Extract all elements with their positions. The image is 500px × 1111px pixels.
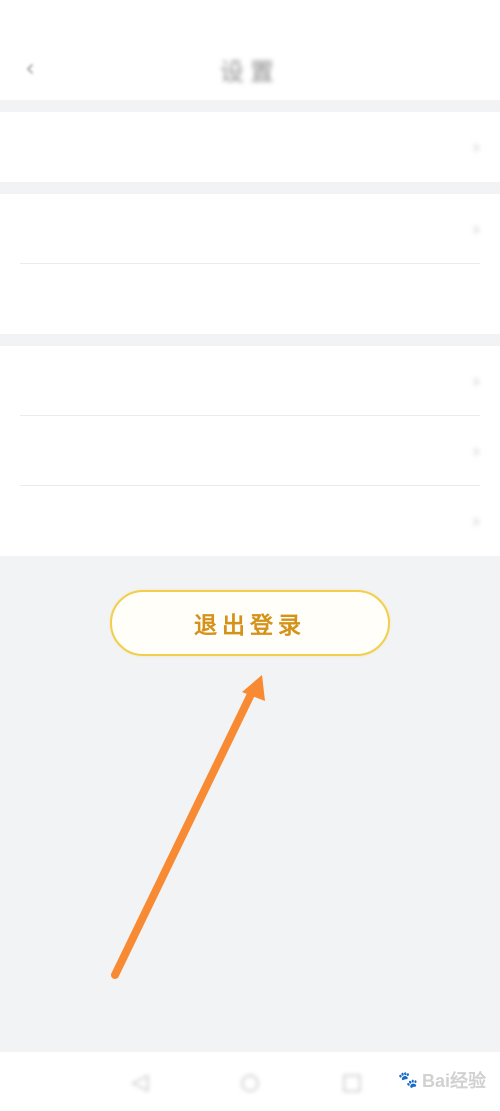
settings-row[interactable]: › [0,194,500,264]
square-recent-icon[interactable]: □ [340,1070,364,1095]
screen: ‹ 设置 › › › › › 退出登录 ◁ ○ □ 🐾 Bai经验 [0,0,500,1111]
settings-row-right: › [465,511,480,532]
status-bar [0,0,500,38]
watermark: 🐾 Bai经验 [398,1067,486,1093]
settings-section-2: › › › [0,346,500,556]
page-title: 设置 [220,58,280,86]
logout-button[interactable]: 退出登录 [110,590,390,656]
highlight-row[interactable]: › [0,112,500,182]
chevron-right-icon: › [472,370,480,392]
settings-row[interactable] [0,264,500,334]
highlight-section: › [0,112,500,182]
highlight-row-right: › [465,137,480,158]
chevron-right-icon: › [472,218,480,240]
settings-row[interactable]: › [0,486,500,556]
chevron-right-icon: › [472,440,480,462]
logout-button-label: 退出登录 [194,612,306,639]
settings-section-1: › [0,194,500,334]
chevron-right-icon: › [472,136,480,158]
chevron-right-icon: › [472,510,480,532]
watermark-text: Bai经验 [421,1071,486,1091]
settings-row[interactable]: › [0,346,500,416]
settings-row[interactable]: › [0,416,500,486]
circle-home-icon[interactable]: ○ [238,1070,262,1095]
triangle-back-icon[interactable]: ◁ [128,1070,152,1095]
bottom-navigation-bar: ◁ ○ □ 🐾 Bai经验 [0,1052,500,1111]
paw-icon: 🐾 [398,1072,418,1089]
header: ‹ 设置 [0,38,500,100]
settings-row-right: › [465,219,480,240]
settings-row-right: › [465,441,480,462]
settings-row-right: › [465,371,480,392]
